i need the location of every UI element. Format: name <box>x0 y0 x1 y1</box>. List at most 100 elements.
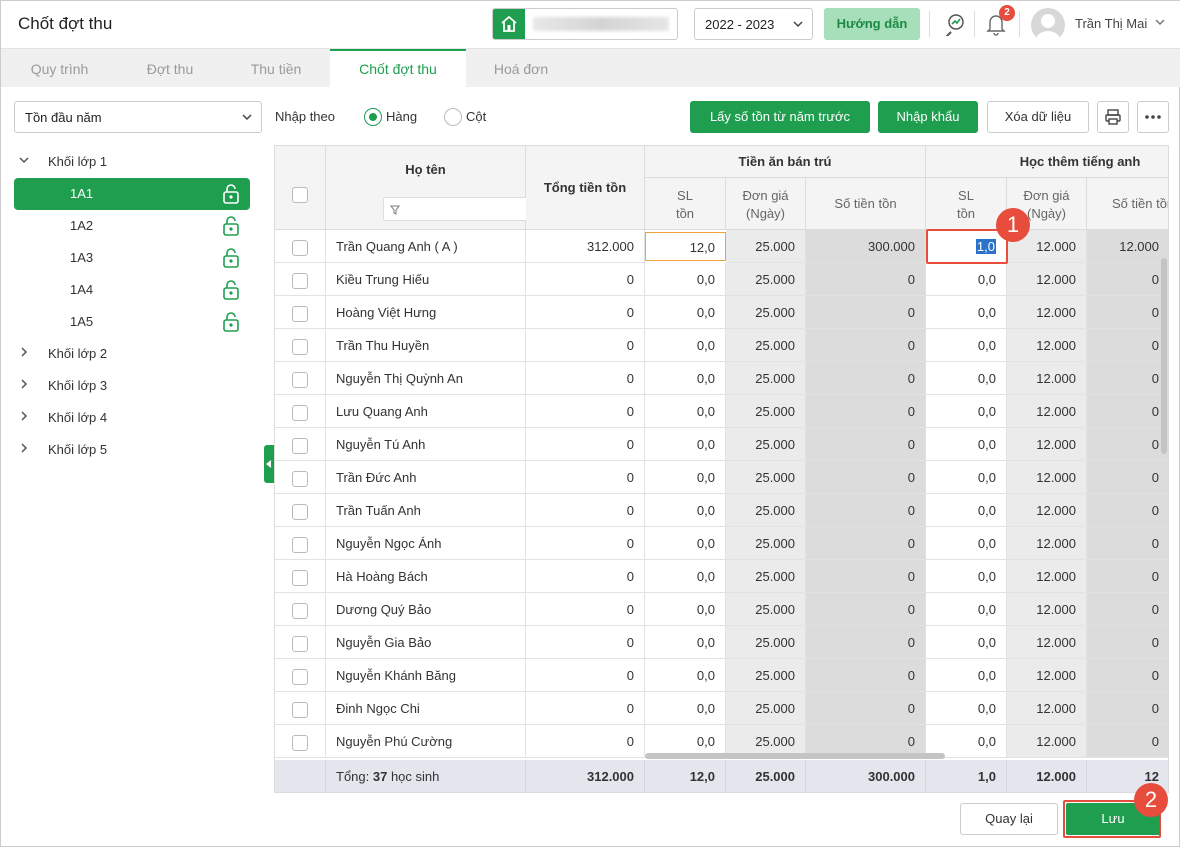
english-quantity-input[interactable]: 0,0 <box>926 626 1007 659</box>
english-quantity-input[interactable]: 0,0 <box>926 296 1007 329</box>
select-all-checkbox[interactable] <box>292 187 308 203</box>
row-checkbox[interactable] <box>292 470 308 487</box>
row-select[interactable] <box>275 329 326 362</box>
meal-quantity-input[interactable]: 0,0 <box>645 329 726 362</box>
user-name[interactable]: Trần Thị Mai <box>1075 16 1147 31</box>
english-quantity-input[interactable]: 0,0 <box>926 329 1007 362</box>
radio-row-label[interactable]: Hàng <box>386 109 417 124</box>
meal-quantity-input[interactable]: 0,0 <box>645 296 726 329</box>
chevron-down-icon[interactable] <box>18 146 30 178</box>
meal-quantity-input[interactable]: 0,0 <box>645 659 726 692</box>
chevron-down-icon[interactable] <box>1154 16 1166 31</box>
row-select[interactable] <box>275 659 326 692</box>
row-select[interactable] <box>275 692 326 725</box>
radio-row[interactable] <box>364 108 382 126</box>
row-checkbox[interactable] <box>292 635 308 652</box>
tree-class-1a5[interactable]: 1A5 <box>14 306 250 338</box>
row-select[interactable] <box>275 362 326 395</box>
import-button[interactable]: Nhập khẩu <box>878 101 978 133</box>
delete-data-button[interactable]: Xóa dữ liệu <box>987 101 1089 133</box>
row-checkbox[interactable] <box>292 602 308 619</box>
meal-quantity-input[interactable]: 0,0 <box>645 626 726 659</box>
row-checkbox[interactable] <box>292 239 308 256</box>
tree-class-1a3[interactable]: 1A3 <box>14 242 250 274</box>
school-selector[interactable] <box>492 8 678 40</box>
avatar[interactable] <box>1031 8 1065 42</box>
meal-quantity-input[interactable]: 0,0 <box>645 560 726 593</box>
tab-quy-trinh[interactable]: Quy trình <box>1 49 118 87</box>
meal-quantity-input[interactable]: 0,0 <box>645 692 726 725</box>
english-quantity-input[interactable]: 0,0 <box>926 395 1007 428</box>
english-quantity-input[interactable]: 0,0 <box>926 527 1007 560</box>
horizontal-scrollbar[interactable] <box>645 753 945 759</box>
meal-quantity-input[interactable]: 0,0 <box>645 263 726 296</box>
english-quantity-input[interactable]: 0,0 <box>926 362 1007 395</box>
row-checkbox[interactable] <box>292 569 308 586</box>
collapse-sidebar-handle[interactable] <box>264 445 274 483</box>
tree-group-khoi-5[interactable]: Khối lớp 5 <box>14 434 250 466</box>
row-select[interactable] <box>275 494 326 527</box>
row-checkbox[interactable] <box>292 404 308 421</box>
tree-group-khoi-4[interactable]: Khối lớp 4 <box>14 402 250 434</box>
vertical-scrollbar[interactable] <box>1161 258 1167 454</box>
chart-search-icon[interactable] <box>939 9 969 39</box>
row-select[interactable] <box>275 263 326 296</box>
row-select[interactable] <box>275 725 326 758</box>
english-quantity-input[interactable]: 0,0 <box>926 659 1007 692</box>
tree-group-khoi-2[interactable]: Khối lớp 2 <box>14 338 250 370</box>
english-quantity-input[interactable]: 0,0 <box>926 560 1007 593</box>
row-select[interactable] <box>275 626 326 659</box>
meal-quantity-input[interactable]: 0,0 <box>645 494 726 527</box>
meal-quantity-input[interactable]: 0,0 <box>645 527 726 560</box>
row-select[interactable] <box>275 527 326 560</box>
english-quantity-input[interactable]: 0,0 <box>926 263 1007 296</box>
row-checkbox[interactable] <box>292 734 308 751</box>
chevron-right-icon[interactable] <box>18 434 30 466</box>
radio-column[interactable] <box>444 108 462 126</box>
chevron-right-icon[interactable] <box>18 338 30 370</box>
row-checkbox[interactable] <box>292 503 308 520</box>
meal-quantity-input[interactable]: 0,0 <box>645 395 726 428</box>
school-year-select[interactable]: 2022 - 2023 <box>694 8 813 40</box>
row-checkbox[interactable] <box>292 371 308 388</box>
row-checkbox[interactable] <box>292 338 308 355</box>
tab-thu-tien[interactable]: Thu tiền <box>222 49 330 87</box>
guide-button[interactable]: Hướng dẫn <box>824 8 920 40</box>
english-quantity-input[interactable]: 0,0 <box>926 461 1007 494</box>
english-quantity-input[interactable]: 0,0 <box>926 692 1007 725</box>
tab-dot-thu[interactable]: Đợt thu <box>118 49 222 87</box>
row-checkbox[interactable] <box>292 668 308 685</box>
row-select[interactable] <box>275 560 326 593</box>
row-select[interactable] <box>275 428 326 461</box>
english-quantity-input[interactable]: 0,0 <box>926 494 1007 527</box>
english-quantity-input[interactable]: 0,0 <box>926 593 1007 626</box>
tree-class-1a2[interactable]: 1A2 <box>14 210 250 242</box>
tab-chot-dot-thu[interactable]: Chốt đợt thu <box>330 49 466 87</box>
row-checkbox[interactable] <box>292 272 308 289</box>
english-quantity-input[interactable]: 0,0 <box>926 428 1007 461</box>
meal-quantity-input[interactable]: 12,0 <box>645 232 726 261</box>
row-select[interactable] <box>275 461 326 494</box>
tree-class-1a1[interactable]: 1A1 <box>14 178 250 210</box>
chevron-right-icon[interactable] <box>18 402 30 434</box>
row-select[interactable] <box>275 296 326 329</box>
more-options-icon[interactable] <box>1137 101 1169 133</box>
tab-hoa-don[interactable]: Hoá đơn <box>466 49 576 87</box>
row-checkbox[interactable] <box>292 437 308 454</box>
back-button[interactable]: Quay lại <box>960 803 1058 835</box>
meal-quantity-input[interactable]: 0,0 <box>645 461 726 494</box>
radio-column-label[interactable]: Cột <box>466 109 486 124</box>
balance-type-select[interactable]: Tồn đầu năm <box>14 101 262 133</box>
row-checkbox[interactable] <box>292 536 308 553</box>
chevron-right-icon[interactable] <box>18 370 30 402</box>
row-checkbox[interactable] <box>292 305 308 322</box>
row-select[interactable] <box>275 395 326 428</box>
meal-quantity-input[interactable]: 0,0 <box>645 362 726 395</box>
tree-group-khoi-3[interactable]: Khối lớp 3 <box>14 370 250 402</box>
tree-class-1a4[interactable]: 1A4 <box>14 274 250 306</box>
tree-group-khoi-1[interactable]: Khối lớp 1 <box>14 146 250 178</box>
meal-quantity-input[interactable]: 0,0 <box>645 593 726 626</box>
meal-quantity-input[interactable]: 0,0 <box>645 428 726 461</box>
row-select[interactable] <box>275 593 326 626</box>
row-select[interactable] <box>275 230 326 263</box>
